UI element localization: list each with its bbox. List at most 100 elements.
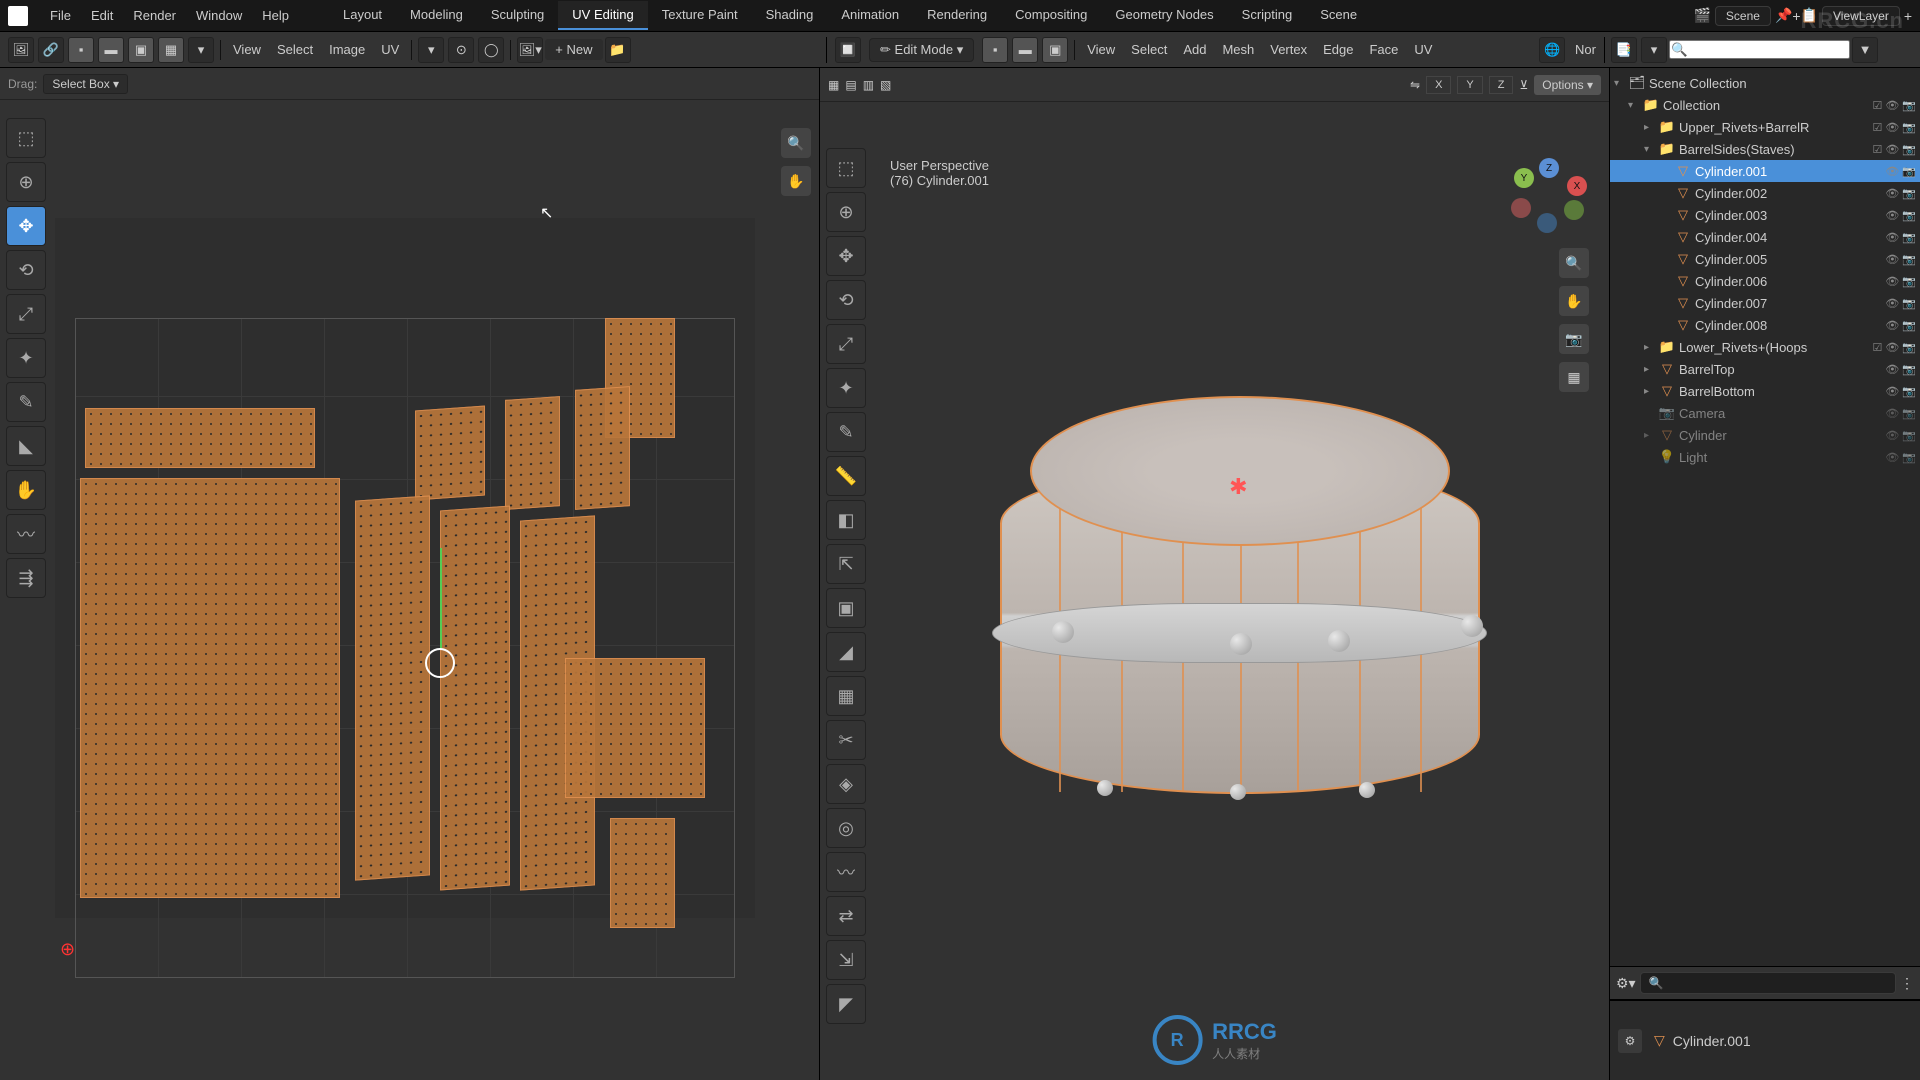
vp-axis-x[interactable]: X bbox=[1426, 76, 1451, 94]
uv-island-select-icon[interactable]: ▦ bbox=[158, 37, 184, 63]
vp-tool-transform[interactable]: ✦ bbox=[826, 368, 866, 408]
uv-island[interactable] bbox=[610, 818, 675, 928]
uv-island[interactable] bbox=[355, 495, 430, 880]
expand-arrow-icon[interactable]: ▸ bbox=[1644, 342, 1658, 353]
restrict-select-icon[interactable]: ☑ bbox=[1872, 341, 1882, 354]
vp-edge-mode-icon[interactable]: ▬ bbox=[1012, 37, 1038, 63]
vp-tool-cursor[interactable]: ⊕ bbox=[826, 192, 866, 232]
uv-tool-grab[interactable]: ✋ bbox=[6, 470, 46, 510]
gizmo-x-axis[interactable]: X bbox=[1567, 176, 1587, 196]
outliner-collection[interactable]: ▾📁 Collection ☑👁📷 bbox=[1610, 94, 1920, 116]
vp-tool-annotate[interactable]: ✎ bbox=[826, 412, 866, 452]
uv-menu-image[interactable]: Image bbox=[321, 42, 373, 57]
uv-pan-icon[interactable]: ✋ bbox=[781, 166, 811, 196]
gizmo-neg-x[interactable] bbox=[1511, 198, 1531, 218]
restrict-viewport-icon[interactable]: 👁 bbox=[1885, 253, 1899, 266]
vp-3d-cursor-icon[interactable]: ✱ bbox=[1229, 474, 1247, 500]
outliner-item-upper-rivets-barrelr[interactable]: ▸📁Upper_Rivets+BarrelR☑👁📷 bbox=[1610, 116, 1920, 138]
viewport-3d-canvas[interactable]: ✱ bbox=[880, 138, 1599, 1070]
restrict-render-icon[interactable]: 📷 bbox=[1902, 429, 1916, 442]
outliner-item-barrelbottom[interactable]: ▸▽BarrelBottom👁📷 bbox=[1610, 380, 1920, 402]
workspace-rendering[interactable]: Rendering bbox=[913, 1, 1001, 30]
uv-2d-cursor-icon[interactable]: ⊕ bbox=[60, 939, 75, 960]
outliner-item-cylinder-006[interactable]: ▽Cylinder.006👁📷 bbox=[1610, 270, 1920, 292]
menu-help[interactable]: Help bbox=[252, 4, 299, 27]
uv-menu-view[interactable]: View bbox=[225, 42, 269, 57]
vp-automerge-icon[interactable]: ⊻ bbox=[1519, 78, 1528, 92]
workspace-scene-tab[interactable]: Scene bbox=[1306, 1, 1371, 30]
outliner-item-cylinder-001[interactable]: ▽Cylinder.001👁📷 bbox=[1610, 160, 1920, 182]
restrict-viewport-icon[interactable]: 👁 bbox=[1885, 297, 1899, 310]
workspace-scripting[interactable]: Scripting bbox=[1228, 1, 1307, 30]
vp-mirror-icon[interactable]: ⇋ bbox=[1410, 78, 1420, 92]
expand-arrow-icon[interactable]: ▸ bbox=[1644, 386, 1658, 397]
restrict-render-icon[interactable]: 📷 bbox=[1902, 209, 1916, 222]
expand-arrow-icon[interactable]: ▸ bbox=[1644, 122, 1658, 133]
uv-sync-icon[interactable]: 🔗 bbox=[38, 37, 64, 63]
vp-zoom-icon[interactable]: 🔍 bbox=[1559, 248, 1589, 278]
restrict-render-icon[interactable]: 📷 bbox=[1902, 275, 1916, 288]
restrict-viewport-icon[interactable]: 👁 bbox=[1885, 385, 1899, 398]
vp-pan-icon[interactable]: ✋ bbox=[1559, 286, 1589, 316]
restrict-viewport-icon[interactable]: 👁 bbox=[1885, 187, 1899, 200]
expand-arrow-icon[interactable]: ▾ bbox=[1644, 144, 1658, 155]
uv-tool-tweak[interactable]: ⬚ bbox=[6, 118, 46, 158]
uv-proportional-icon[interactable]: ◯ bbox=[478, 37, 504, 63]
vp-tool-bevel[interactable]: ◢ bbox=[826, 632, 866, 672]
workspace-uv-editing[interactable]: UV Editing bbox=[558, 1, 647, 30]
restrict-select-icon[interactable]: ☑ bbox=[1872, 99, 1882, 112]
vp-select-vis-icon[interactable]: ▦ bbox=[828, 78, 839, 92]
workspace-layout[interactable]: Layout bbox=[329, 1, 396, 30]
uv-tool-pinch[interactable]: ⇶ bbox=[6, 558, 46, 598]
workspace-animation[interactable]: Animation bbox=[827, 1, 913, 30]
restrict-viewport-icon[interactable]: 👁 bbox=[1885, 121, 1899, 134]
vp-face-mode-icon[interactable]: ▣ bbox=[1042, 37, 1068, 63]
workspace-compositing[interactable]: Compositing bbox=[1001, 1, 1101, 30]
restrict-render-icon[interactable]: 📷 bbox=[1902, 297, 1916, 310]
vp-tool-rotate[interactable]: ⟲ bbox=[826, 280, 866, 320]
vp-tool-shrink[interactable]: ⇲ bbox=[826, 940, 866, 980]
restrict-viewport-icon[interactable]: 👁 bbox=[1885, 165, 1899, 178]
workspace-geometry-nodes[interactable]: Geometry Nodes bbox=[1101, 1, 1227, 30]
scene-new-icon[interactable]: + bbox=[1792, 8, 1800, 24]
uv-move-gizmo-y[interactable] bbox=[440, 548, 442, 648]
restrict-viewport-icon[interactable]: 👁 bbox=[1885, 143, 1899, 156]
uv-island[interactable] bbox=[565, 658, 705, 798]
uv-menu-select[interactable]: Select bbox=[269, 42, 321, 57]
uv-island[interactable] bbox=[80, 478, 340, 898]
vp-tool-move[interactable]: ✥ bbox=[826, 236, 866, 276]
restrict-render-icon[interactable]: 📷 bbox=[1902, 341, 1916, 354]
uv-island[interactable] bbox=[415, 406, 485, 501]
restrict-select-icon[interactable]: ☑ bbox=[1872, 143, 1882, 156]
outliner-item-cylinder[interactable]: ▸▽Cylinder👁📷 bbox=[1610, 424, 1920, 446]
vp-options-dropdown[interactable]: Options ▾ bbox=[1534, 75, 1601, 95]
expand-arrow-icon[interactable]: ▸ bbox=[1644, 364, 1658, 375]
viewlayer-new-icon[interactable]: + bbox=[1904, 8, 1912, 24]
outliner-item-lower-rivets-hoops[interactable]: ▸📁Lower_Rivets+(Hoops☑👁📷 bbox=[1610, 336, 1920, 358]
outliner-search-input[interactable] bbox=[1669, 40, 1850, 59]
scene-pin-icon[interactable]: 📌 bbox=[1775, 7, 1792, 24]
restrict-render-icon[interactable]: 📷 bbox=[1902, 187, 1916, 200]
uv-image-browse-icon[interactable]: ▾ bbox=[418, 37, 444, 63]
vp-menu-edge[interactable]: Edge bbox=[1315, 42, 1361, 57]
restrict-viewport-icon[interactable]: 👁 bbox=[1885, 429, 1899, 442]
uv-tool-relax[interactable]: 〰 bbox=[6, 514, 46, 554]
uv-drag-mode-dropdown[interactable]: Select Box ▾ bbox=[43, 74, 128, 94]
gizmo-neg-z[interactable] bbox=[1537, 213, 1557, 233]
gizmo-y-axis[interactable]: Y bbox=[1514, 168, 1534, 188]
props-tab-icon[interactable]: ⚙ bbox=[1618, 1029, 1642, 1053]
restrict-viewport-icon[interactable]: 👁 bbox=[1885, 451, 1899, 464]
vp-tool-smooth[interactable]: 〰 bbox=[826, 852, 866, 892]
uv-canvas[interactable] bbox=[55, 218, 755, 918]
restrict-render-icon[interactable]: 📷 bbox=[1902, 231, 1916, 244]
vp-mode-selector[interactable]: ✏ Edit Mode ▾ bbox=[869, 38, 974, 62]
uv-move-gizmo-center[interactable] bbox=[425, 648, 455, 678]
menu-render[interactable]: Render bbox=[123, 4, 186, 27]
vp-tool-add-cube[interactable]: ◧ bbox=[826, 500, 866, 540]
uv-face-select-icon[interactable]: ▣ bbox=[128, 37, 154, 63]
outliner-display-mode-icon[interactable]: ▾ bbox=[1641, 37, 1667, 63]
outliner-item-camera[interactable]: 📷Camera👁📷 bbox=[1610, 402, 1920, 424]
vp-tool-knife[interactable]: ✂ bbox=[826, 720, 866, 760]
vp-menu-face[interactable]: Face bbox=[1361, 42, 1406, 57]
outliner-item-cylinder-005[interactable]: ▽Cylinder.005👁📷 bbox=[1610, 248, 1920, 270]
